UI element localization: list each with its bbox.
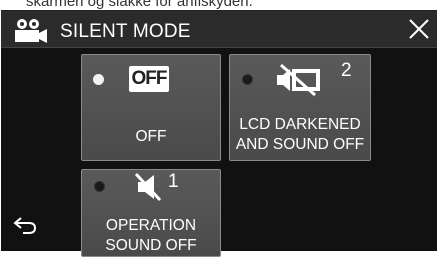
close-icon[interactable] [406,16,432,42]
off-badge: OFF [129,66,169,92]
movie-camera-icon [15,19,47,43]
superscript-two: 2 [341,60,352,81]
option-operation-label: OPERATION SOUND OFF [105,217,197,254]
option-lcd-label: LCD DARKENED AND SOUND OFF [235,116,365,153]
option-lcd-darkened-button[interactable]: 2 LCD DARKENED AND SOUND OFF [229,54,371,161]
return-arrow-icon[interactable] [11,214,39,236]
superscript-one: 1 [168,171,179,192]
selection-indicator-selected [93,74,104,85]
option-operation-sound-off-button[interactable]: 1 OPERATION SOUND OFF [81,169,221,257]
option-off-button[interactable]: OFF OFF [81,54,221,161]
screen-speaker-off-icon [277,63,320,97]
selection-indicator-unselected [94,181,105,192]
page-title: SILENT MODE [60,21,191,42]
selection-indicator-unselected [242,74,253,85]
silent-mode-screen: SILENT MODE OFF OFF 2 LCD DARKENED AND S… [1,10,437,257]
header-bar: SILENT MODE [1,11,437,48]
page-caption-fragment: skärmen og slakke för anfiskyden. [26,0,253,9]
speaker-muted-icon [134,172,162,202]
option-off-label: OFF [135,128,167,145]
